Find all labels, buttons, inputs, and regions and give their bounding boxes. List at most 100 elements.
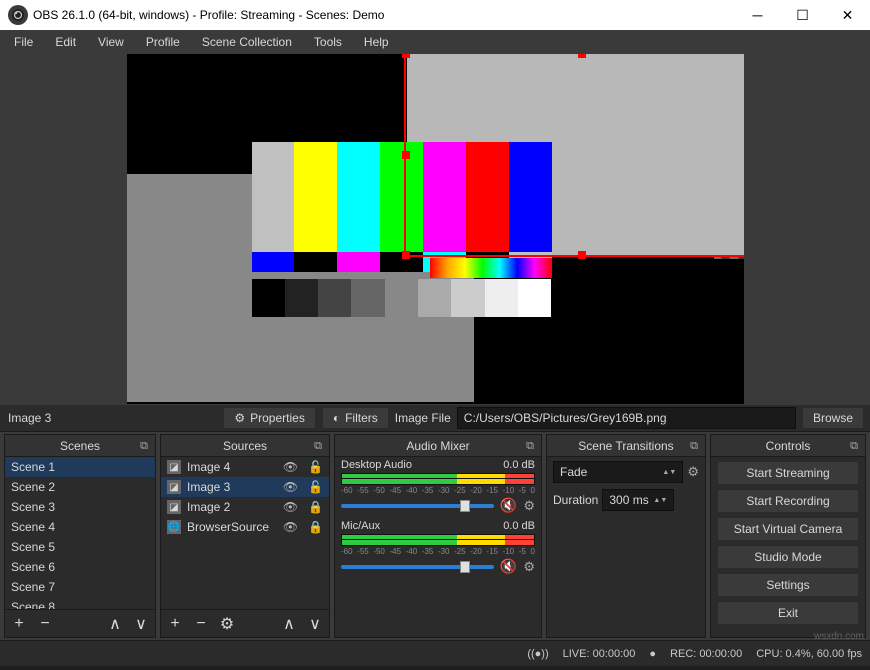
channel-settings-button[interactable]: ⚙ [523, 559, 535, 575]
filters-label: Filters [345, 411, 378, 425]
transition-settings-button[interactable]: ⚙ [687, 464, 699, 480]
mixer-channel: Desktop Audio0.0 dB-60-55-50-45-40-35-30… [341, 459, 535, 514]
popout-icon[interactable]: ⧉ [311, 439, 325, 453]
handle-nw[interactable] [402, 54, 410, 58]
source-row[interactable]: ◪Image 2👁🔒 [161, 497, 329, 517]
menu-tools[interactable]: Tools [304, 33, 352, 51]
transitions-body: Fade ▲▼ ⚙ Duration 300 ms ▲▼ [547, 457, 705, 521]
menu-file[interactable]: File [4, 33, 43, 51]
vu-meter [341, 534, 535, 540]
studio-mode-button[interactable]: Studio Mode [717, 545, 859, 569]
scenes-title: Scenes [60, 439, 100, 453]
move-down-icon[interactable]: ∨ [305, 614, 325, 634]
source-properties-button[interactable]: ⚙ [217, 614, 237, 634]
scene-row[interactable]: Scene 4 [5, 517, 155, 537]
source-name: Image 2 [187, 500, 230, 514]
volume-slider[interactable] [341, 504, 494, 508]
sources-dock: Sources ⧉ ◪Image 4👁🔓◪Image 3👁🔓◪Image 2👁🔒… [160, 434, 330, 638]
settings-button[interactable]: Settings [717, 573, 859, 597]
slider-thumb[interactable] [460, 500, 470, 512]
scene-row[interactable]: Scene 6 [5, 557, 155, 577]
source-name: Image 4 [187, 460, 230, 474]
record-icon: ● [649, 648, 656, 660]
scene-row[interactable]: Scene 2 [5, 477, 155, 497]
popout-icon[interactable]: ⧉ [523, 439, 537, 453]
minimize-button[interactable]: ─ [735, 0, 780, 30]
remove-source-button[interactable]: − [191, 614, 211, 634]
start-virtual-camera-button[interactable]: Start Virtual Camera [717, 517, 859, 541]
mute-button[interactable]: 🔇 [500, 497, 517, 514]
mute-button[interactable]: 🔇 [500, 558, 517, 575]
scene-row[interactable]: Scene 8 [5, 597, 155, 609]
menu-profile[interactable]: Profile [136, 33, 190, 51]
mixer-body: Desktop Audio0.0 dB-60-55-50-45-40-35-30… [335, 457, 541, 637]
handle-w[interactable] [402, 151, 410, 159]
volume-slider[interactable] [341, 565, 494, 569]
status-cpu: CPU: 0.4%, 60.00 fps [756, 648, 862, 660]
mixer-title: Audio Mixer [406, 439, 469, 453]
start-streaming-button[interactable]: Start Streaming [717, 461, 859, 485]
visibility-toggle[interactable]: 👁 [283, 520, 298, 534]
menu-edit[interactable]: Edit [45, 33, 86, 51]
exit-button[interactable]: Exit [717, 601, 859, 625]
duration-input[interactable]: 300 ms ▲▼ [602, 489, 674, 511]
source-name: Image 3 [187, 480, 230, 494]
properties-label: Properties [250, 411, 305, 425]
menu-view[interactable]: View [88, 33, 134, 51]
source-row[interactable]: 🌐BrowserSource👁🔒 [161, 517, 329, 537]
scene-row[interactable]: Scene 1 [5, 457, 155, 477]
sources-header: Sources ⧉ [161, 435, 329, 457]
lock-toggle[interactable]: 🔒 [308, 520, 323, 534]
menu-scene-collection[interactable]: Scene Collection [192, 33, 302, 51]
rainbow-bar [430, 258, 552, 278]
channel-settings-button[interactable]: ⚙ [523, 498, 535, 514]
scene-row[interactable]: Scene 7 [5, 577, 155, 597]
lock-toggle[interactable]: 🔓 [308, 480, 323, 494]
status-rec: REC: 00:00:00 [670, 648, 742, 660]
selection-box[interactable] [404, 54, 744, 257]
scene-row[interactable]: Scene 5 [5, 537, 155, 557]
move-down-icon[interactable]: ∨ [131, 614, 151, 634]
visibility-toggle[interactable]: 👁 [283, 500, 298, 514]
transitions-header: Scene Transitions ⧉ [547, 435, 705, 457]
lock-toggle[interactable]: 🔒 [308, 500, 323, 514]
move-up-icon[interactable]: ∧ [105, 614, 125, 634]
source-row[interactable]: ◪Image 4👁🔓 [161, 457, 329, 477]
visibility-toggle[interactable]: 👁 [283, 460, 298, 474]
remove-scene-button[interactable]: − [35, 614, 55, 634]
scene-row[interactable]: Scene 3 [5, 497, 155, 517]
popout-icon[interactable]: ⧉ [847, 439, 861, 453]
handle-n[interactable] [578, 54, 586, 58]
properties-button[interactable]: ⚙ Properties [223, 407, 315, 429]
move-up-icon[interactable]: ∧ [279, 614, 299, 634]
add-scene-button[interactable]: + [9, 614, 29, 634]
channel-name: Mic/Aux [341, 520, 503, 532]
preview-canvas[interactable] [127, 54, 744, 404]
mixer-channel: Mic/Aux0.0 dB-60-55-50-45-40-35-30-25-20… [341, 520, 535, 575]
scenes-list[interactable]: Scene 1Scene 2Scene 3Scene 4Scene 5Scene… [5, 457, 155, 609]
selected-source-label: Image 3 [6, 411, 51, 425]
visibility-toggle[interactable]: 👁 [283, 480, 298, 494]
lock-toggle[interactable]: 🔓 [308, 460, 323, 474]
menu-help[interactable]: Help [354, 33, 399, 51]
image-file-input[interactable]: C:/Users/OBS/Pictures/Grey169B.png [457, 407, 796, 429]
sources-list[interactable]: ◪Image 4👁🔓◪Image 3👁🔓◪Image 2👁🔒🌐BrowserSo… [161, 457, 329, 609]
close-button[interactable]: ✕ [825, 0, 870, 30]
filters-button[interactable]: ◐ Filters [322, 407, 389, 429]
popout-icon[interactable]: ⧉ [687, 439, 701, 453]
browse-button[interactable]: Browse [802, 407, 864, 429]
handle-s[interactable] [578, 251, 586, 259]
popout-icon[interactable]: ⧉ [137, 439, 151, 453]
status-live: LIVE: 00:00:00 [563, 648, 636, 660]
slider-thumb[interactable] [460, 561, 470, 573]
source-row[interactable]: ◪Image 3👁🔓 [161, 477, 329, 497]
add-source-button[interactable]: + [165, 614, 185, 634]
gear-icon: ⚙ [234, 411, 245, 425]
maximize-button[interactable]: ☐ [780, 0, 825, 30]
start-recording-button[interactable]: Start Recording [717, 489, 859, 513]
updown-icon: ▲▼ [662, 469, 676, 476]
context-toolbar: Image 3 ⚙ Properties ◐ Filters Image Fil… [0, 404, 870, 432]
handle-sw[interactable] [402, 251, 410, 259]
transition-select[interactable]: Fade ▲▼ [553, 461, 683, 483]
preview-area[interactable] [0, 54, 870, 404]
